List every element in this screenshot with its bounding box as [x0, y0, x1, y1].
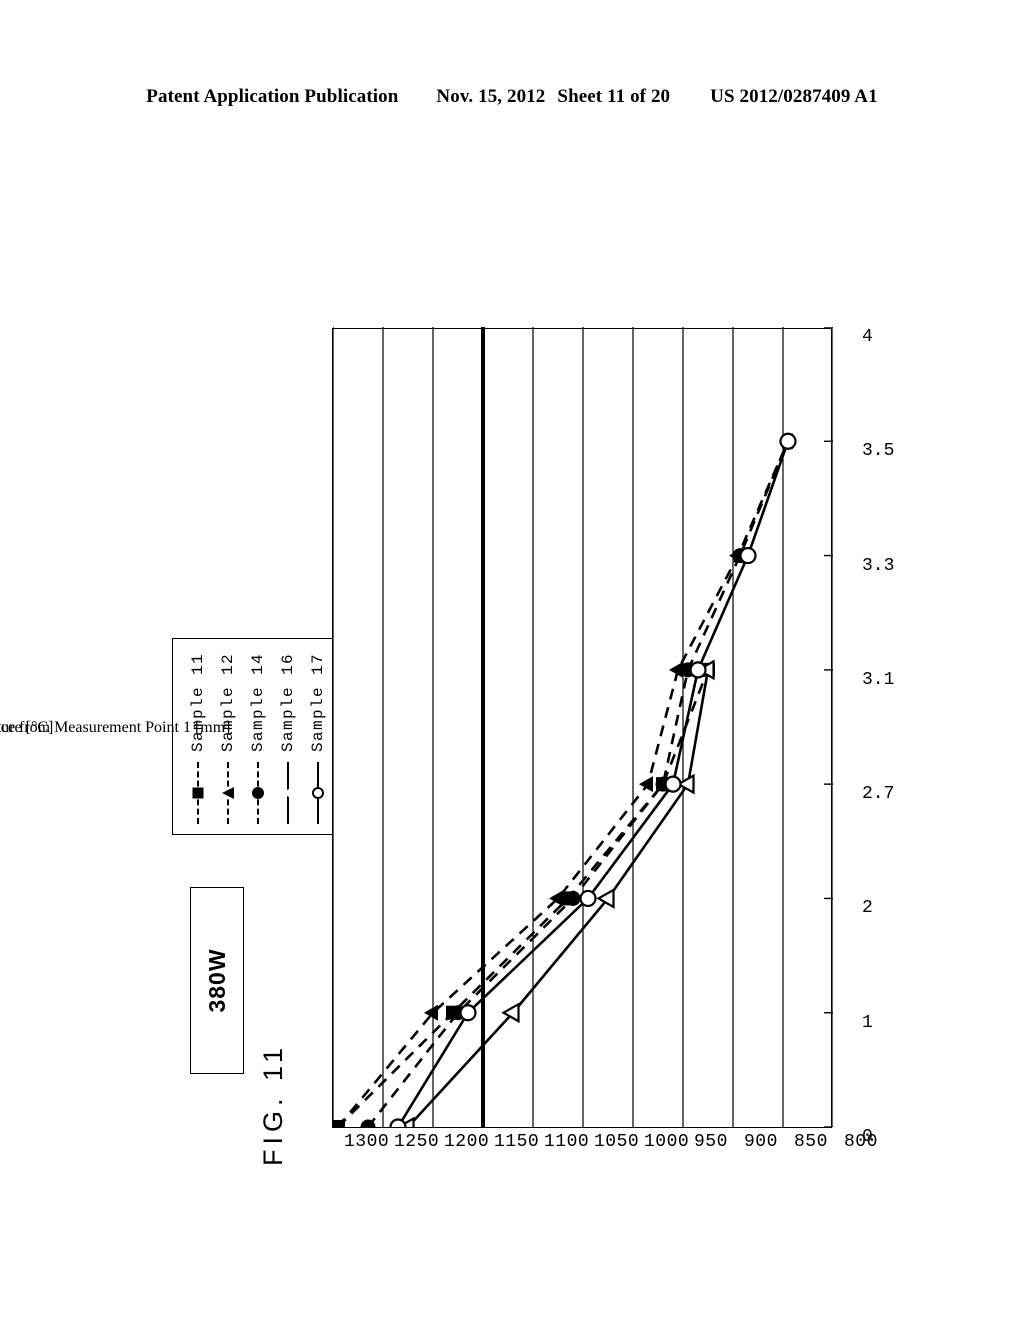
datapoint-sample-17-x3.3	[739, 546, 757, 565]
y-tick-label-950: 950	[694, 1132, 728, 1152]
publication-header: Patent Application Publication Nov. 15, …	[0, 86, 1024, 108]
x-tick-label-0: 0	[862, 1127, 873, 1147]
plot-wrapper: 1300 1250 1200 1150 1100 1050 1000 950 900 850 800…	[0, 327, 894, 1152]
y-tick-label-900: 900	[744, 1132, 778, 1152]
legend-label: Sample 16	[279, 652, 297, 752]
legend-label: Sample 11	[189, 652, 207, 752]
legend-item-sample-16: Sample 16	[273, 653, 303, 824]
datapoint-sample-16-x1	[501, 1002, 520, 1024]
datapoint-sample-17-x0	[389, 1118, 407, 1127]
datapoint-sample-17-x2.7	[664, 775, 682, 793]
legend-marker	[312, 787, 324, 799]
series-line-sample-11	[337, 669, 710, 1127]
publication-title: Patent Application Publication	[146, 86, 399, 107]
x-tick-label-3.5: 3.5	[862, 441, 895, 462]
datapoint-sample-17-x2	[579, 889, 597, 908]
x-tick-label-4: 4	[862, 327, 873, 347]
y-tick-label-800: 800	[844, 1132, 878, 1152]
marker-filled-triangle	[222, 787, 234, 799]
marker-open-circle	[312, 787, 324, 799]
series-line-sample-17	[396, 440, 790, 1127]
legend-key-icon	[278, 762, 298, 824]
y-tick-label-1300: 1300	[344, 1132, 390, 1152]
datapoint-sample-16-x2	[596, 888, 615, 909]
datapoint-sample-12-x2.7	[639, 776, 653, 793]
publication-date: Nov. 15, 2012	[436, 86, 546, 107]
legend-label: Sample 14	[249, 652, 267, 752]
y-tick-label-1150: 1150	[494, 1132, 540, 1152]
legend-item-sample-14: Sample 14	[243, 653, 273, 824]
x-tick-label-3.3: 3.3	[862, 555, 895, 576]
datapoint-sample-12-x1	[424, 1004, 438, 1021]
datapoint-sample-17-x3.1	[689, 661, 707, 679]
legend-marker	[192, 787, 204, 799]
publication-number: US 2012/0287409 A1	[710, 86, 878, 107]
marker-open-triangle	[281, 786, 295, 800]
x-tick-label-2.7: 2.7	[862, 784, 895, 805]
figure-11: FIG. 11 380W Sample 11 Sample 12 Sample 14…	[0, 280, 894, 1180]
legend-marker	[222, 787, 234, 799]
y-tick-label-1050: 1050	[594, 1132, 640, 1152]
legend-key-icon	[308, 762, 328, 824]
legend-key-icon	[218, 762, 238, 824]
y-tick-label-1250: 1250	[394, 1132, 440, 1152]
datapoint-sample-17-x3.5	[779, 432, 797, 450]
y-tick-label-1100: 1100	[544, 1132, 590, 1152]
legend-marker	[281, 786, 295, 800]
marker-filled-square	[192, 787, 204, 799]
legend-marker	[252, 787, 264, 799]
x-tick-label-1: 1	[862, 1012, 873, 1033]
marker-filled-circle	[252, 787, 264, 799]
legend-label: Sample 12	[219, 652, 237, 752]
legend-item-sample-17: Sample 17	[303, 653, 333, 824]
power-label: 380W	[203, 948, 230, 1013]
y-tick-label-1000: 1000	[644, 1132, 690, 1152]
legend-key-icon	[188, 762, 208, 824]
legend-key-icon	[248, 762, 268, 824]
series-line-sample-14	[366, 440, 790, 1127]
datapoint-sample-17-x1	[459, 1004, 477, 1022]
series-line-sample-12	[337, 440, 790, 1127]
x-tick-label-2: 2	[862, 898, 873, 919]
datapoint-sample-14-x2	[565, 890, 581, 906]
y-tick-label-850: 850	[794, 1132, 828, 1152]
legend-item-sample-12: Sample 12	[213, 653, 243, 824]
legend-item-sample-11: Sample 11	[183, 653, 213, 824]
x-tick-label-3.1: 3.1	[862, 669, 895, 690]
sheet-number: Sheet 11 of 20	[557, 86, 671, 107]
y-tick-label-1200: 1200	[444, 1132, 490, 1152]
figure-caption: FIG. 11	[258, 1042, 288, 1166]
power-annotation-box: 380W	[190, 887, 244, 1074]
legend-label: Sample 17	[309, 652, 327, 752]
x-axis-title: Distance from Measurement Point 1 [mm]	[0, 719, 231, 736]
